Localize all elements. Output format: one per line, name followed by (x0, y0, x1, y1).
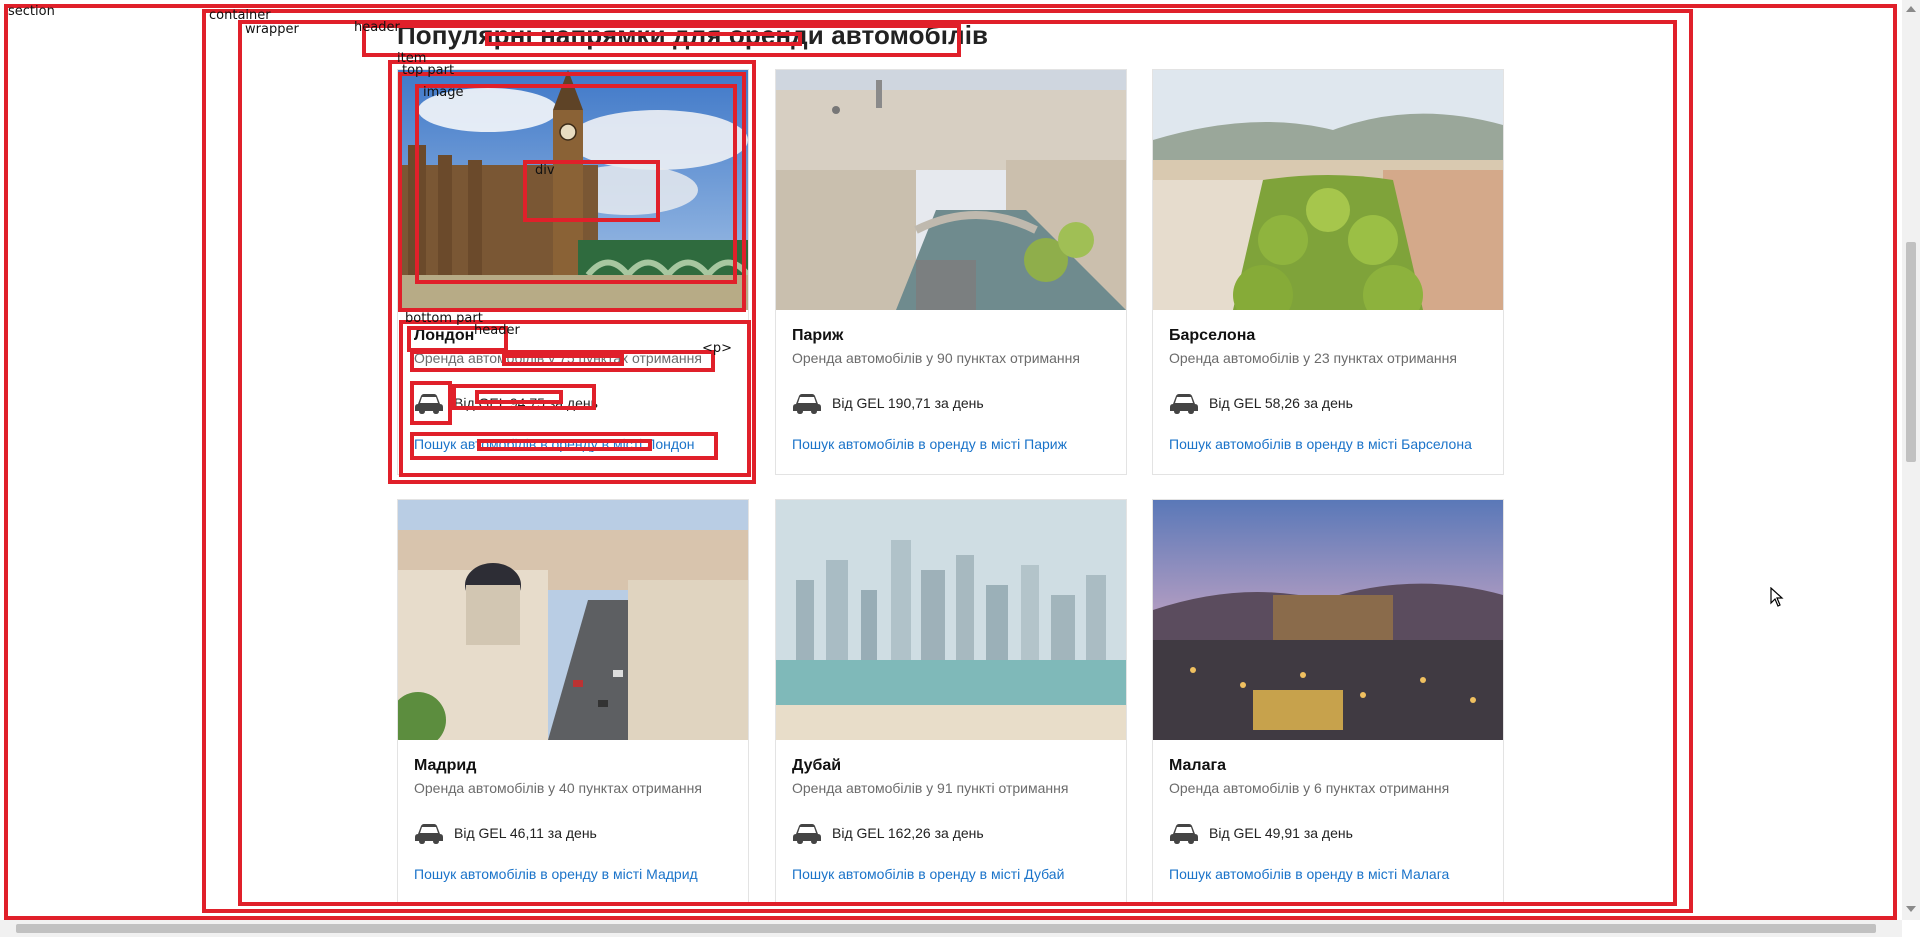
price-row: Від GEL 46,11 за день (414, 818, 597, 848)
city-image-london (398, 70, 748, 310)
pickup-count: Оренда автомобілів у 90 пунктах отриманн… (792, 350, 1080, 366)
car-icon (1170, 394, 1198, 414)
city-name: Дубай (792, 757, 842, 774)
page-title: Популярні напрямки для оренди автомобілі… (397, 20, 989, 50)
city-image-malaga (1153, 500, 1503, 740)
city-image-madrid (398, 500, 748, 740)
debug-label-header: header (354, 20, 400, 35)
destination-card-madrid[interactable]: Мадрид Оренда автомобілів у 40 пунктах о… (397, 499, 749, 905)
pickup-count: Оренда автомобілів у 23 пунктах отриманн… (1169, 350, 1457, 366)
price-label: Від GEL 46,11 за день (454, 825, 597, 841)
destination-card-paris[interactable]: Париж Оренда автомобілів у 90 пунктах от… (775, 69, 1127, 475)
scroll-up-arrow-icon[interactable] (1906, 6, 1916, 12)
search-link-malaga[interactable]: Пошук автомобілів в оренду в місті Малаг… (1169, 866, 1449, 882)
search-link-barcelona[interactable]: Пошук автомобілів в оренду в місті Барсе… (1169, 436, 1472, 452)
city-name: Лондон (414, 327, 475, 344)
debug-label-div: div (535, 163, 555, 178)
city-name: Барселона (1169, 327, 1256, 344)
price-row: Від GEL 94,75 за день (414, 388, 598, 418)
horizontal-scrollbar[interactable] (0, 920, 1902, 937)
destination-card-barcelona[interactable]: Барселона Оренда автомобілів у 23 пункта… (1152, 69, 1504, 475)
debug-label-p: <p> (702, 341, 733, 356)
pickup-count: Оренда автомобілів у 40 пунктах отриманн… (414, 780, 702, 796)
scroll-down-arrow-icon[interactable] (1906, 906, 1916, 912)
search-link-madrid[interactable]: Пошук автомобілів в оренду в місті Мадри… (414, 866, 698, 882)
search-link-london[interactable]: Пошук автомобілів в оренду в місті Лондо… (414, 436, 695, 452)
price-label: Від GEL 49,91 за день (1209, 825, 1353, 841)
pickup-count: Оренда автомобілів у 6 пунктах отримання (1169, 780, 1450, 796)
destination-card-dubai[interactable]: Дубай Оренда автомобілів у 91 пункті отр… (775, 499, 1127, 905)
city-name: Малага (1169, 757, 1227, 774)
debug-label-top-part: top part (402, 63, 455, 78)
city-image-barcelona (1153, 70, 1503, 310)
city-name: Мадрид (414, 757, 477, 774)
price-label: Від GEL 58,26 за день (1209, 395, 1353, 411)
price-row: Від GEL 190,71 за день (792, 388, 984, 418)
debug-label-section: section (8, 4, 55, 19)
vertical-scroll-thumb[interactable] (1906, 242, 1916, 462)
city-image-paris (776, 70, 1126, 310)
car-icon (793, 824, 821, 844)
city-image-dubai (776, 500, 1126, 740)
debug-label-card-header: header (474, 323, 520, 338)
destination-card-malaga[interactable]: Малага Оренда автомобілів у 6 пунктах от… (1152, 499, 1504, 905)
price-label: Від GEL 162,26 за день (832, 825, 984, 841)
vertical-scrollbar[interactable] (1902, 0, 1920, 920)
search-link-paris[interactable]: Пошук автомобілів в оренду в місті Париж (792, 436, 1067, 452)
price-label: Від GEL 94,75 за день (454, 395, 598, 411)
city-name: Париж (792, 327, 844, 344)
car-icon (415, 824, 443, 844)
price-row: Від GEL 162,26 за день (792, 818, 984, 848)
price-row: Від GEL 49,91 за день (1169, 818, 1353, 848)
car-icon (1170, 824, 1198, 844)
destination-card-london[interactable]: Лондон Оренда автомобілів у 75 пунктах о… (397, 69, 749, 475)
pickup-count: Оренда автомобілів у 91 пункті отримання (792, 780, 1069, 796)
car-icon (793, 394, 821, 414)
debug-label-image: image (423, 85, 464, 100)
pickup-count: Оренда автомобілів у 75 пунктах отриманн… (414, 350, 702, 366)
horizontal-scroll-thumb[interactable] (16, 924, 1876, 933)
debug-label-bottom-part: bottom part (405, 311, 483, 326)
mouse-pointer-icon (1770, 587, 1784, 607)
debug-label-container: container (209, 8, 271, 23)
price-label: Від GEL 190,71 за день (832, 395, 984, 411)
price-row: Від GEL 58,26 за день (1169, 388, 1353, 418)
search-link-dubai[interactable]: Пошук автомобілів в оренду в місті Дубай (792, 866, 1064, 882)
debug-label-wrapper: wrapper (245, 22, 299, 37)
car-icon (415, 394, 443, 414)
